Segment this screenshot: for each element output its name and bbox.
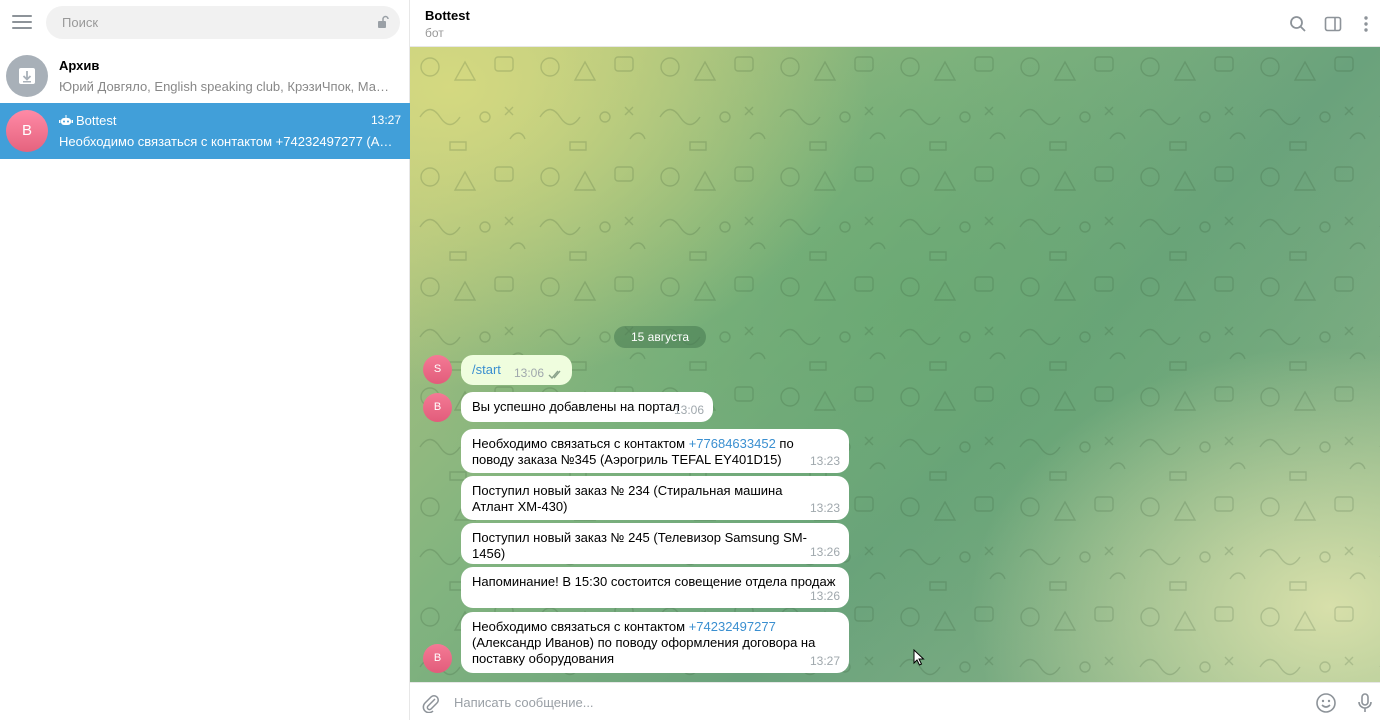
- attach-icon[interactable]: [421, 693, 441, 713]
- double-check-icon: [548, 370, 561, 380]
- message-text: Вы успешно добавлены на портал: [472, 399, 680, 414]
- message-bubble[interactable]: Необходимо связаться с контактом +776846…: [461, 429, 849, 473]
- message-time: 13:26: [809, 545, 840, 559]
- message-time: 13:26: [809, 589, 840, 603]
- message-text: Поступил новый заказ № 234 (Стиральная м…: [472, 483, 783, 514]
- sidebar: Архив Юрий Довгяло, English speaking clu…: [0, 0, 410, 720]
- message-text: Необходимо связаться с контактом: [472, 436, 689, 451]
- chat-time: 13:27: [370, 113, 401, 127]
- chat-panel: Bottest бот 15 августа S /start 13:06 B …: [410, 0, 1380, 720]
- menu-icon[interactable]: [12, 15, 32, 31]
- chat-preview: Необходимо связаться с контактом +742324…: [59, 134, 399, 149]
- message-list[interactable]: 15 августа S /start 13:06 B Вы успешно д…: [410, 47, 1380, 682]
- message-time: 13:06: [673, 403, 704, 417]
- archive-icon: [19, 68, 35, 84]
- lock-icon[interactable]: [376, 15, 390, 29]
- message-text: Поступил новый заказ № 245 (Телевизор Sa…: [472, 530, 807, 561]
- bot-command-link[interactable]: /start: [472, 362, 501, 377]
- mic-icon[interactable]: [1355, 692, 1375, 714]
- avatar[interactable]: B: [423, 393, 452, 422]
- chat-name: Архив: [59, 58, 100, 73]
- emoji-icon[interactable]: [1315, 692, 1337, 714]
- avatar[interactable]: S: [423, 355, 452, 384]
- message-input[interactable]: [454, 683, 1294, 720]
- phone-link[interactable]: +74232497277: [689, 619, 776, 634]
- search-box[interactable]: [46, 6, 400, 39]
- message-time: 13:06: [513, 366, 544, 380]
- message-time: 13:23: [809, 454, 840, 468]
- chat-title[interactable]: Bottest: [425, 8, 470, 23]
- chat-header: Bottest бот: [410, 0, 1380, 47]
- message-time: 13:23: [809, 501, 840, 515]
- search-input[interactable]: [46, 6, 346, 39]
- more-icon[interactable]: [1356, 14, 1376, 34]
- message-time: 13:27: [809, 654, 840, 668]
- avatar: B: [6, 110, 48, 152]
- sidebar-toggle-icon[interactable]: [1323, 14, 1343, 34]
- avatar[interactable]: B: [423, 644, 452, 673]
- chat-preview: Юрий Довгяло, English speaking club, Крэ…: [59, 79, 399, 94]
- message-text: (Александр Иванов) по поводу оформления …: [472, 635, 816, 666]
- message-text: Необходимо связаться с контактом: [472, 619, 689, 634]
- date-separator: 15 августа: [614, 326, 706, 348]
- sidebar-header: [0, 0, 409, 47]
- message-body: Необходимо связаться с контактом +742324…: [472, 619, 832, 667]
- message-bubble[interactable]: Напоминание! В 15:30 состоится совещение…: [461, 567, 849, 608]
- message-bubble[interactable]: Необходимо связаться с контактом +742324…: [461, 612, 849, 673]
- chat-name: Bottest: [76, 113, 117, 128]
- chat-item-bottest[interactable]: B Bottest 13:27 Необходимо связаться с к…: [0, 103, 410, 159]
- mouse-cursor-icon: [913, 649, 925, 666]
- search-icon[interactable]: [1288, 14, 1308, 34]
- message-bubble[interactable]: Вы успешно добавлены на портал 13:06: [461, 392, 713, 422]
- chat-item-archive[interactable]: Архив Юрий Довгяло, English speaking clu…: [0, 48, 410, 104]
- message-text: Напоминание! В 15:30 состоится совещение…: [472, 574, 836, 589]
- chat-status: бот: [425, 26, 444, 40]
- chat-name-row: Bottest: [59, 113, 116, 128]
- archive-avatar: [6, 55, 48, 97]
- message-bubble[interactable]: Поступил новый заказ № 234 (Стиральная м…: [461, 476, 849, 520]
- composer: [410, 682, 1380, 720]
- message-bubble[interactable]: /start 13:06: [461, 355, 572, 385]
- bot-icon: [59, 115, 73, 125]
- phone-link[interactable]: +77684633452: [689, 436, 776, 451]
- message-bubble[interactable]: Поступил новый заказ № 245 (Телевизор Sa…: [461, 523, 849, 564]
